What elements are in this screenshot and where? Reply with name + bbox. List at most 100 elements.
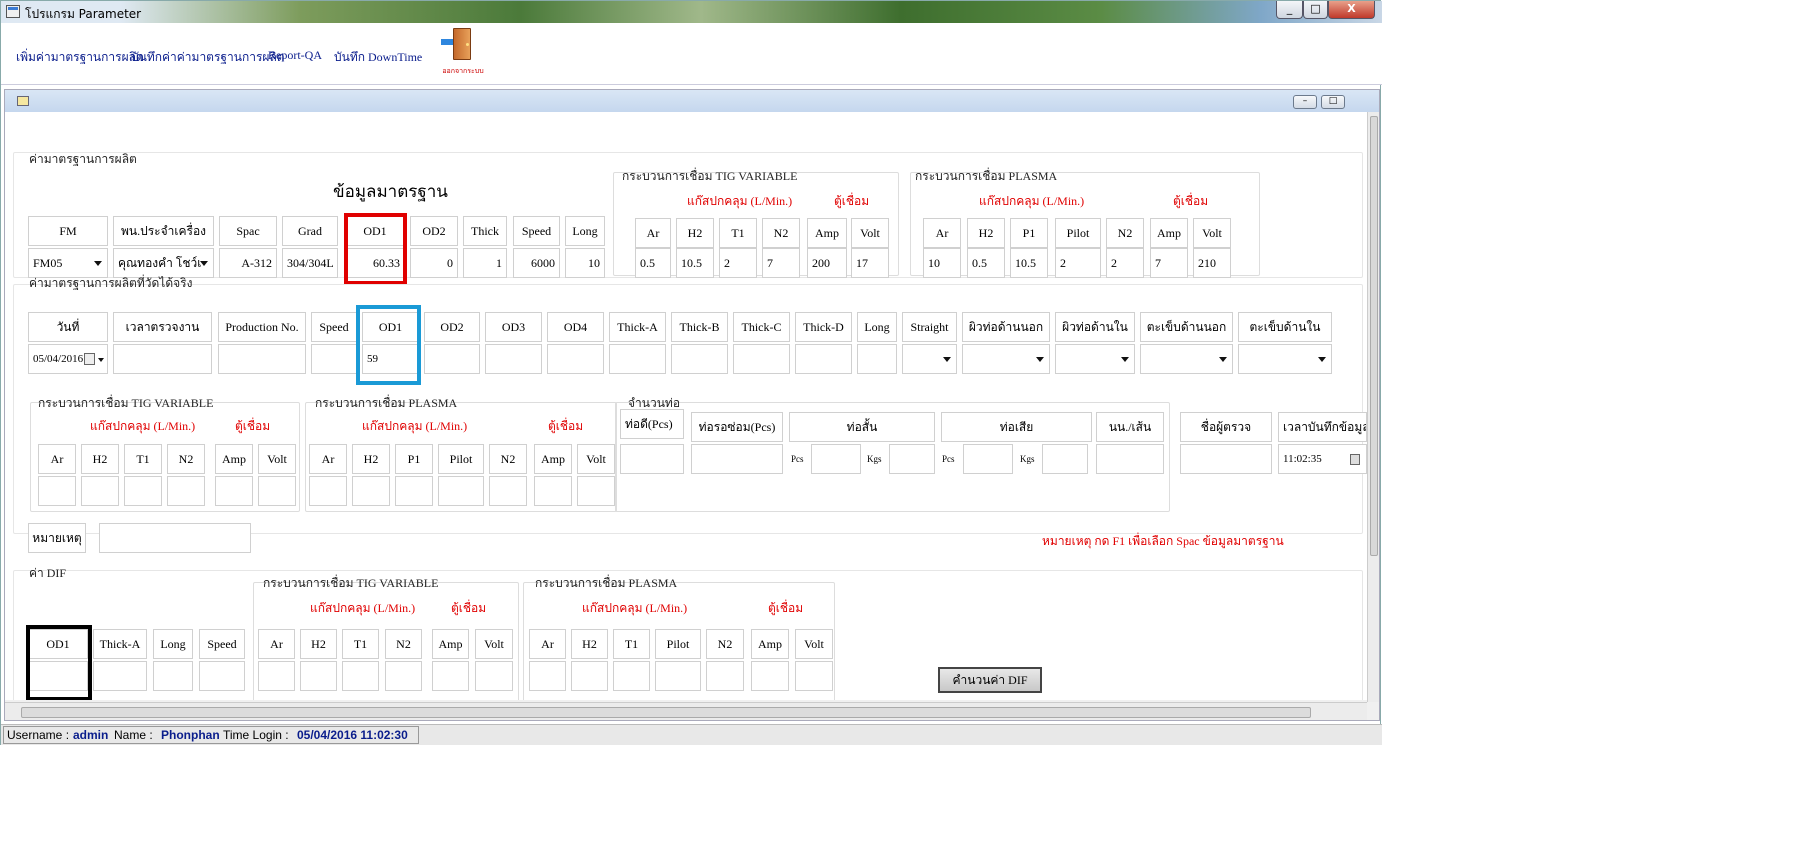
tig3-t1-field[interactable] <box>342 661 379 691</box>
plasma2-ar-field[interactable] <box>309 476 347 506</box>
dif-speed-field[interactable] <box>199 661 245 691</box>
std-section-title: ค่ามาตรฐานการผลิต <box>29 152 137 166</box>
weight-field[interactable] <box>1096 444 1164 474</box>
tig2-amp-field[interactable] <box>215 476 253 506</box>
waste-kgs-field[interactable] <box>1042 444 1088 474</box>
vertical-scrollbar[interactable] <box>1367 112 1379 702</box>
outer-surface-select[interactable] <box>962 344 1050 374</box>
plasma1-p1-field[interactable]: 10.5 <box>1010 248 1048 278</box>
tig1-h2-field[interactable]: 10.5 <box>676 248 714 278</box>
tig1-ar-field[interactable]: 0.5 <box>635 248 671 278</box>
tig2-n2-field[interactable] <box>167 476 205 506</box>
menu-add-standard[interactable]: เพิ่มค่ามาตรฐานการผลิต <box>16 48 144 67</box>
actual-thick-b-field[interactable] <box>671 344 728 374</box>
menu-downtime[interactable]: บันทึก DownTime <box>334 48 422 67</box>
actual-thick-d-field[interactable] <box>795 344 852 374</box>
child-maximize-button[interactable]: □ <box>1321 95 1345 109</box>
time-spin-icon[interactable] <box>1350 454 1360 465</box>
tig2-volt-field[interactable] <box>258 476 296 506</box>
actual-od4-field[interactable] <box>547 344 604 374</box>
plasma1-pilot-field[interactable]: 2 <box>1055 248 1101 278</box>
plasma1-ar-field[interactable]: 10 <box>923 248 961 278</box>
tig3-volt-field[interactable] <box>475 661 513 691</box>
plasma1-h2-field[interactable]: 0.5 <box>967 248 1005 278</box>
menu-record-standard[interactable]: บันทึกค่าค่ามาตรฐานการผลิต <box>131 48 285 67</box>
tig1-volt-field[interactable]: 17 <box>851 248 889 278</box>
calculate-dif-button[interactable]: คำนวนค่า DIF <box>938 667 1042 693</box>
plasma3-volt-field[interactable] <box>795 661 833 691</box>
tig2-ar-field[interactable] <box>38 476 76 506</box>
plasma2-n2-field[interactable] <box>489 476 527 506</box>
check-time-field[interactable] <box>113 344 212 374</box>
thick-std-field[interactable]: 1 <box>463 248 507 278</box>
tig1-t1-field[interactable]: 2 <box>719 248 757 278</box>
tig2-h2-field[interactable] <box>81 476 119 506</box>
pipes-repair-field[interactable] <box>691 444 783 474</box>
date-picker[interactable]: 05/04/2016 <box>28 344 108 374</box>
menu-report-qa[interactable]: Report-QA <box>268 48 322 63</box>
short-kgs-field[interactable] <box>889 444 935 474</box>
plasma1-volt-field[interactable]: 210 <box>1193 248 1231 278</box>
maximize-button[interactable]: □ <box>1303 1 1328 19</box>
tig2-title: กระบวนการเชื่อม TIG VARIABLE <box>38 396 214 410</box>
tig3-n2-field[interactable] <box>385 661 422 691</box>
long-std-field[interactable]: 10 <box>565 248 605 278</box>
close-button[interactable]: X <box>1328 1 1375 19</box>
waste-pcs-field[interactable] <box>963 444 1013 474</box>
actual-long-field[interactable] <box>857 344 897 374</box>
save-time-value: 11:02:35 <box>1283 453 1322 465</box>
plasma2-pilot-field[interactable] <box>438 476 484 506</box>
note-field[interactable] <box>99 523 251 553</box>
plasma2-amp-field[interactable] <box>534 476 572 506</box>
horizontal-scroll-thumb[interactable] <box>21 707 1311 718</box>
spac-field[interactable]: A-312 <box>219 248 277 278</box>
actual-od2-field[interactable] <box>424 344 480 374</box>
actual-od3-field[interactable] <box>485 344 542 374</box>
child-minimize-button[interactable]: – <box>1293 95 1317 109</box>
calendar-icon[interactable] <box>84 353 95 365</box>
inner-surface-select[interactable] <box>1055 344 1135 374</box>
tig3-ar-field[interactable] <box>258 661 295 691</box>
short-pcs-field[interactable] <box>811 444 861 474</box>
grad-field[interactable]: 304/304L <box>282 248 338 278</box>
minimize-button[interactable]: _ <box>1276 1 1303 19</box>
plasma3-h2-field[interactable] <box>571 661 608 691</box>
tig3-header-n2: N2 <box>385 629 422 659</box>
plasma2-volt-field[interactable] <box>577 476 615 506</box>
actual-thick-a-field[interactable] <box>609 344 666 374</box>
od2-std-field[interactable]: 0 <box>410 248 458 278</box>
pipes-good-field[interactable] <box>620 444 684 474</box>
short-kgs-label: Kgs <box>867 454 882 464</box>
actual-thick-c-field[interactable] <box>733 344 790 374</box>
save-time-field[interactable]: 11:02:35 <box>1278 444 1367 474</box>
tig1-n2-field[interactable]: 7 <box>762 248 800 278</box>
production-no-field[interactable] <box>218 344 306 374</box>
vertical-scroll-thumb[interactable] <box>1370 116 1378 556</box>
logout-button[interactable]: ออกจากระบบ <box>439 26 484 76</box>
inner-seam-select[interactable] <box>1238 344 1332 374</box>
straight-select[interactable] <box>902 344 957 374</box>
plasma2-p1-field[interactable] <box>395 476 433 506</box>
plasma1-amp-field[interactable]: 7 <box>1150 248 1188 278</box>
horizontal-scrollbar[interactable] <box>5 702 1367 720</box>
plasma2-h2-field[interactable] <box>352 476 390 506</box>
actual-speed-field[interactable] <box>311 344 357 374</box>
plasma3-pilot-field[interactable] <box>655 661 701 691</box>
tig3-h2-field[interactable] <box>300 661 337 691</box>
tig1-amp-field[interactable]: 200 <box>807 248 847 278</box>
dif-long-field[interactable] <box>153 661 193 691</box>
plasma3-n2-field[interactable] <box>706 661 744 691</box>
inspector-field[interactable] <box>1180 444 1272 474</box>
outer-seam-select[interactable] <box>1140 344 1233 374</box>
tig3-amp-field[interactable] <box>432 661 469 691</box>
window-title: โปรแกรม Parameter <box>25 7 142 21</box>
plasma3-ar-field[interactable] <box>529 661 566 691</box>
chevron-down-icon <box>98 358 104 362</box>
plasma1-n2-field[interactable]: 2 <box>1106 248 1144 278</box>
tig2-t1-field[interactable] <box>124 476 162 506</box>
plasma3-amp-field[interactable] <box>751 661 789 691</box>
dif-thick-a-field[interactable] <box>93 661 147 691</box>
plasma3-t1-field[interactable] <box>613 661 650 691</box>
plasma3-welder-label: ตู้เชื่อม <box>768 601 804 615</box>
speed-std-field[interactable]: 6000 <box>513 248 560 278</box>
